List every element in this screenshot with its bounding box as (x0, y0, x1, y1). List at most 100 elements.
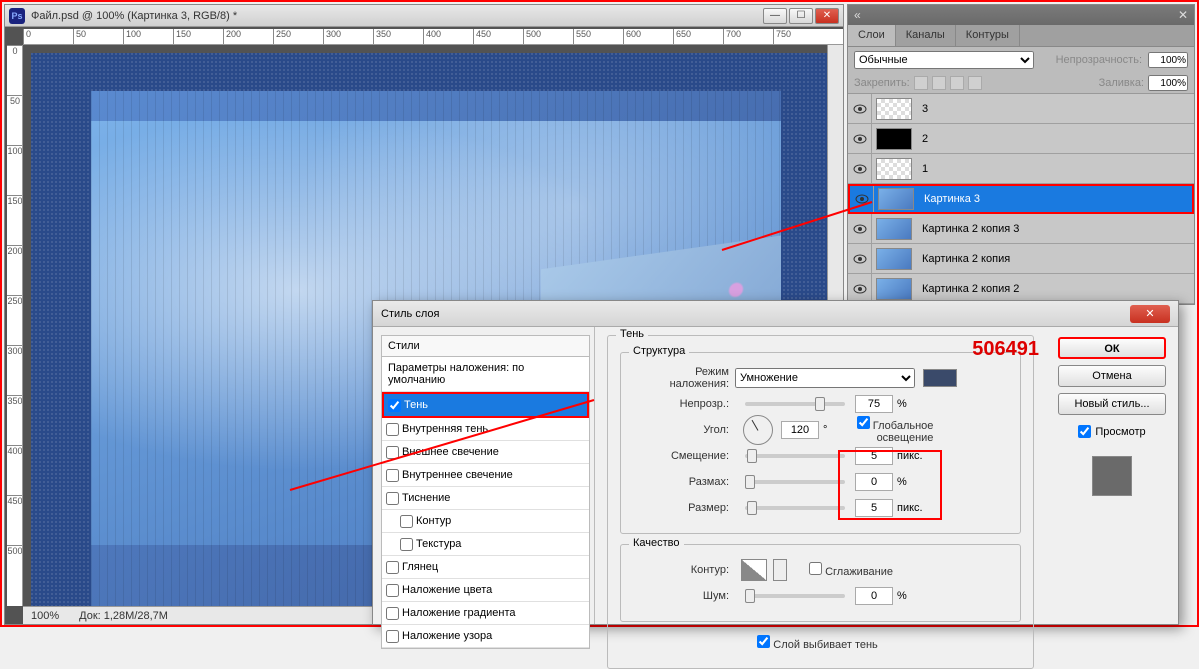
layer-name[interactable]: 2 (916, 133, 1194, 145)
style-item-наложение-узора[interactable]: Наложение узора (382, 625, 589, 648)
style-item-внешнее-свечение[interactable]: Внешнее свечение (382, 441, 589, 464)
opacity-label: Непрозр.: (633, 398, 735, 410)
layer-thumbnail (876, 128, 912, 150)
style-item-тиснение[interactable]: Тиснение (382, 487, 589, 510)
tab-paths[interactable]: Контуры (956, 25, 1020, 46)
preview-checkbox[interactable] (1078, 425, 1091, 438)
lock-brush-icon[interactable] (932, 76, 946, 90)
quality-fieldset: Качество Контур: Сглаживание Шум: % (620, 544, 1021, 622)
size-input[interactable] (855, 499, 893, 517)
layers-panel: « ✕ Слои Каналы Контуры Обычные Непрозра… (847, 4, 1195, 305)
lock-all-icon[interactable] (968, 76, 982, 90)
styles-column: Стили Параметры наложения: по умолчанию … (373, 327, 595, 624)
style-checkbox[interactable] (388, 399, 401, 412)
style-checkbox[interactable] (386, 561, 399, 574)
document-titlebar: Ps Файл.psd @ 100% (Картинка 3, RGB/8) *… (5, 5, 843, 27)
ok-button[interactable]: ОК (1058, 337, 1166, 359)
opacity-input[interactable] (1148, 52, 1188, 68)
style-item-наложение-цвета[interactable]: Наложение цвета (382, 579, 589, 602)
visibility-eye-icon[interactable] (848, 124, 872, 153)
spread-input[interactable] (855, 473, 893, 491)
angle-input[interactable] (781, 421, 819, 439)
panel-collapse-icon[interactable]: « (848, 8, 867, 22)
opacity-slider[interactable] (745, 402, 845, 406)
global-light-checkbox[interactable] (857, 416, 870, 429)
layer-row[interactable]: 1 (848, 154, 1194, 184)
layer-row[interactable]: Картинка 2 копия 3 (848, 214, 1194, 244)
style-checkbox[interactable] (386, 492, 399, 505)
style-checkbox[interactable] (386, 607, 399, 620)
photoshop-icon: Ps (9, 8, 25, 24)
visibility-eye-icon[interactable] (848, 274, 872, 303)
layer-row[interactable]: 3 (848, 94, 1194, 124)
layer-row[interactable]: Картинка 3 (848, 184, 1194, 214)
style-checkbox[interactable] (386, 423, 399, 436)
layer-name[interactable]: 3 (916, 103, 1194, 115)
ruler-vertical: 0 50 100 150 200 250 300 350 400 450 500 (7, 45, 23, 606)
distance-label: Смещение: (633, 450, 735, 462)
layer-name[interactable]: 1 (916, 163, 1194, 175)
angle-dial[interactable] (743, 415, 773, 445)
distance-slider[interactable] (745, 454, 845, 458)
style-label: Тиснение (402, 492, 450, 504)
minimize-button[interactable]: ― (763, 8, 787, 24)
quality-legend: Качество (629, 537, 684, 549)
noise-input[interactable] (855, 587, 893, 605)
distance-input[interactable] (855, 447, 893, 465)
opacity-label: Непрозрачность: (1056, 54, 1142, 66)
layer-name[interactable]: Картинка 2 копия 3 (916, 223, 1194, 235)
style-checkbox[interactable] (386, 630, 399, 643)
visibility-eye-icon[interactable] (848, 214, 872, 243)
style-checkbox[interactable] (400, 515, 413, 528)
contour-swatch[interactable] (741, 559, 767, 581)
size-slider[interactable] (745, 506, 845, 510)
maximize-button[interactable]: ☐ (789, 8, 813, 24)
fill-input[interactable] (1148, 75, 1188, 91)
blending-defaults-item[interactable]: Параметры наложения: по умолчанию (382, 357, 589, 392)
lock-pixels-icon[interactable] (914, 76, 928, 90)
blend-mode-select[interactable]: Обычные (854, 51, 1034, 69)
opacity-input[interactable] (855, 395, 893, 413)
style-item-контур[interactable]: Контур (382, 510, 589, 533)
knockout-checkbox[interactable] (757, 635, 770, 648)
style-item-тень[interactable]: Тень (382, 392, 589, 418)
visibility-eye-icon[interactable] (848, 94, 872, 123)
style-checkbox[interactable] (386, 446, 399, 459)
visibility-eye-icon[interactable] (848, 244, 872, 273)
visibility-eye-icon[interactable] (848, 154, 872, 183)
layer-thumbnail (876, 98, 912, 120)
styles-header[interactable]: Стили (381, 335, 590, 357)
visibility-eye-icon[interactable] (850, 186, 874, 212)
layer-name[interactable]: Картинка 2 копия 2 (916, 283, 1194, 295)
panel-close-icon[interactable]: ✕ (1172, 8, 1194, 22)
contour-dropdown-button[interactable] (773, 559, 787, 581)
lock-move-icon[interactable] (950, 76, 964, 90)
dialog-close-button[interactable]: ✕ (1130, 305, 1170, 323)
spread-slider[interactable] (745, 480, 845, 484)
antialias-checkbox[interactable] (809, 562, 822, 575)
style-item-внутреннее-свечение[interactable]: Внутреннее свечение (382, 464, 589, 487)
shadow-color-swatch[interactable] (923, 369, 957, 387)
style-checkbox[interactable] (386, 469, 399, 482)
layer-name[interactable]: Картинка 2 копия (916, 253, 1194, 265)
cancel-button[interactable]: Отмена (1058, 365, 1166, 387)
layer-thumbnail (878, 188, 914, 210)
style-item-наложение-градиента[interactable]: Наложение градиента (382, 602, 589, 625)
close-button[interactable]: ✕ (815, 8, 839, 24)
tab-channels[interactable]: Каналы (896, 25, 956, 46)
style-checkbox[interactable] (400, 538, 413, 551)
style-item-глянец[interactable]: Глянец (382, 556, 589, 579)
style-checkbox[interactable] (386, 584, 399, 597)
shadow-legend: Тень (616, 328, 648, 340)
style-item-внутренняя-тень[interactable]: Внутренняя тень (382, 418, 589, 441)
blend-mode-select[interactable]: Умножение (735, 368, 915, 388)
style-item-текстура[interactable]: Текстура (382, 533, 589, 556)
layer-row[interactable]: 2 (848, 124, 1194, 154)
layer-name[interactable]: Картинка 3 (918, 193, 1192, 205)
noise-slider[interactable] (745, 594, 845, 598)
tab-layers[interactable]: Слои (848, 25, 896, 46)
new-style-button[interactable]: Новый стиль... (1058, 393, 1166, 415)
dialog-titlebar[interactable]: Стиль слоя ✕ (373, 301, 1178, 327)
layer-row[interactable]: Картинка 2 копия (848, 244, 1194, 274)
zoom-value[interactable]: 100% (23, 610, 67, 622)
